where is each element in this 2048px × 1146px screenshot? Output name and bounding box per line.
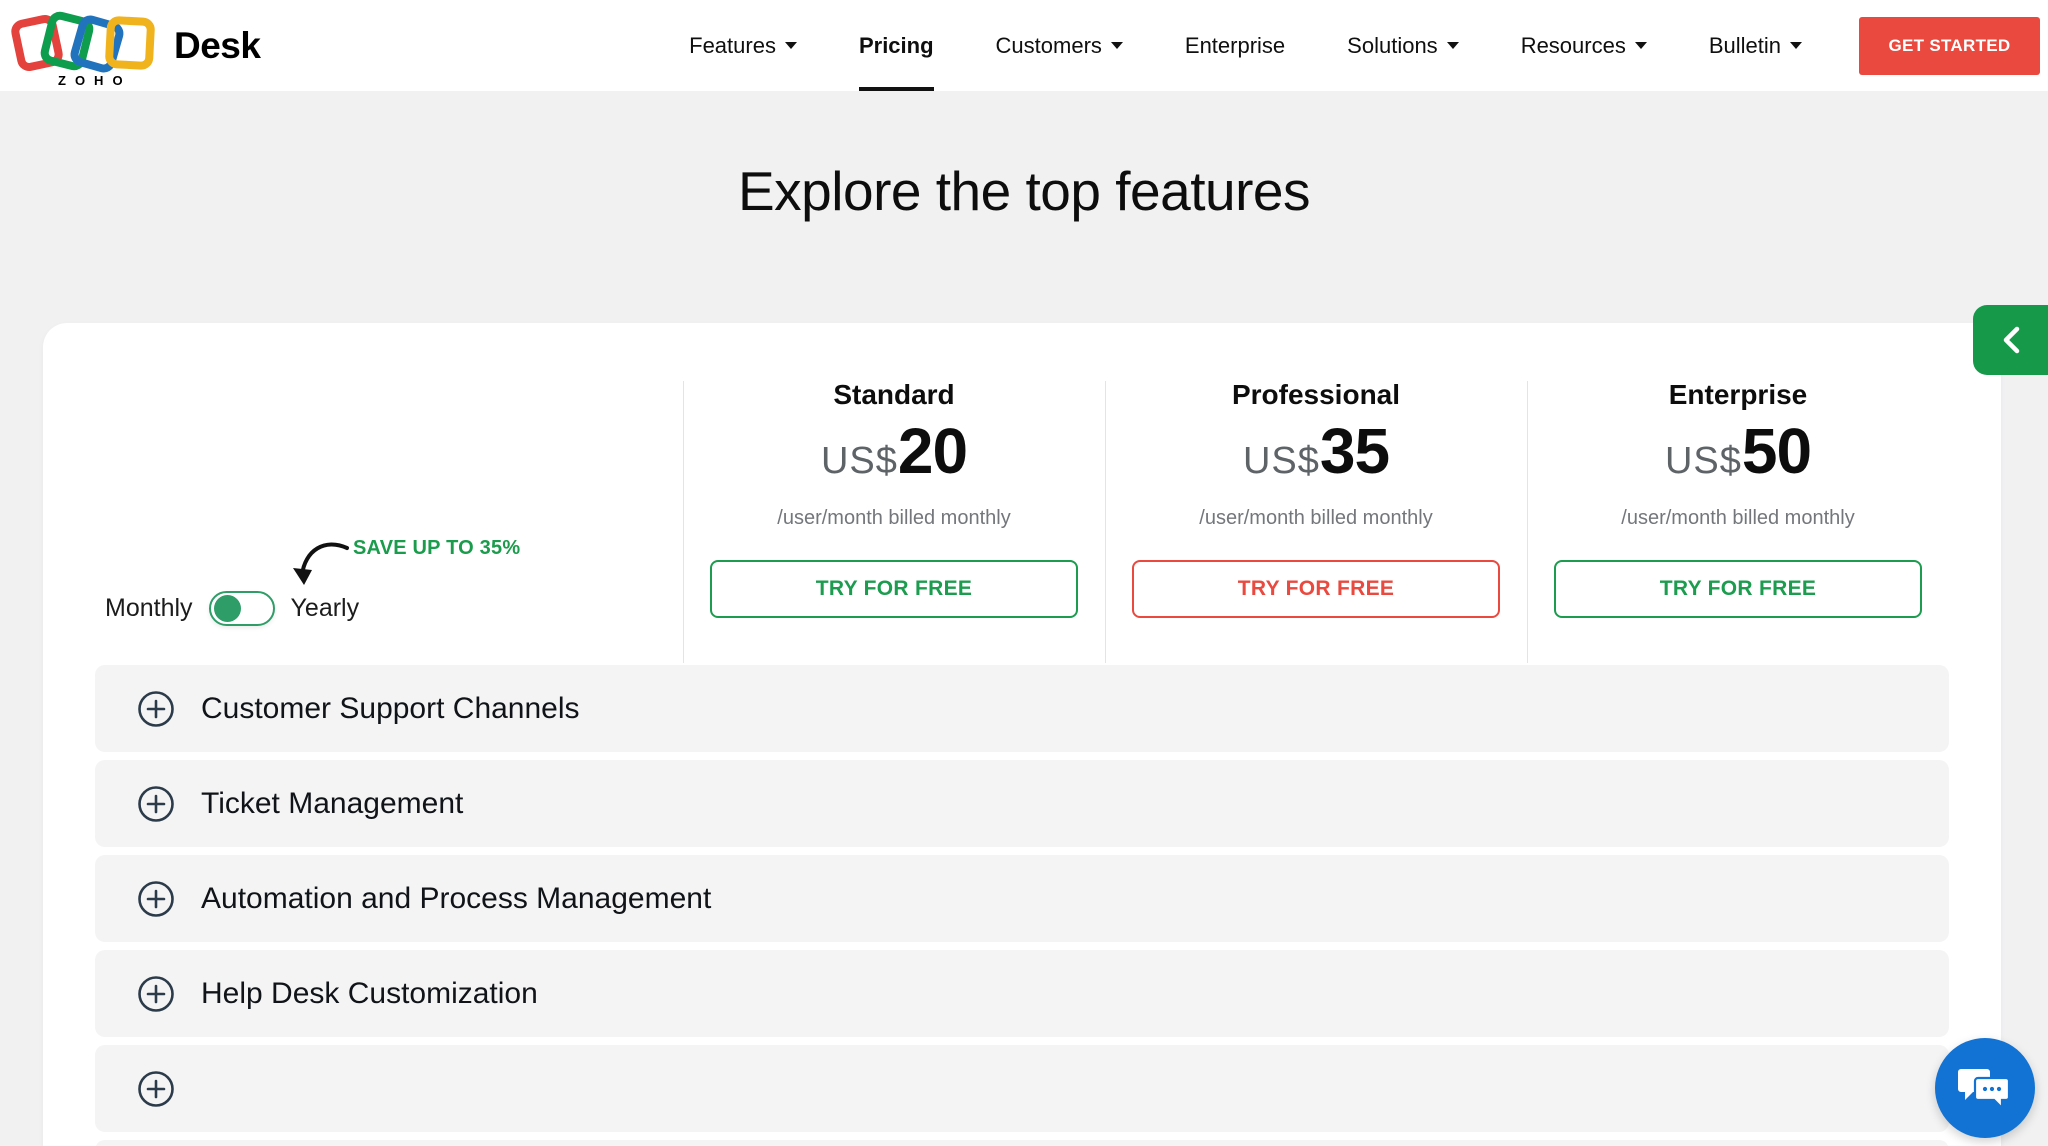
chat-bubbles-icon (1958, 1069, 2011, 1111)
pricing-table-header: SAVE UP TO 35% Monthly Yearly Standard U… (43, 323, 2001, 665)
toggle-knob (213, 595, 241, 622)
plan-column-enterprise: Enterprise US$50 /user/month billed mont… (1527, 323, 1949, 665)
caret-down-icon (1110, 42, 1123, 49)
nav-item-label: Bulletin (1708, 32, 1781, 58)
plus-circle-icon (138, 785, 174, 822)
plan-billing-period: /user/month billed monthly (1199, 507, 1433, 529)
accordion-row-help-desk-customization[interactable]: Help Desk Customization (95, 950, 1949, 1037)
billing-period-toggle-row: Monthly Yearly (105, 591, 359, 626)
feature-accordion: Customer Support Channels Ticket Managem… (43, 665, 2001, 1146)
plan-name: Standard (833, 379, 955, 410)
plan-price: US$50 (1527, 415, 1949, 505)
nav-item-solutions[interactable]: Solutions (1347, 0, 1459, 91)
monthly-label: Monthly (105, 594, 193, 622)
try-for-free-button-standard[interactable]: TRY FOR FREE (710, 560, 1078, 618)
zoho-logo-yellow-square (104, 15, 156, 70)
get-started-button[interactable]: GET STARTED (1859, 16, 2040, 75)
accordion-row-partial[interactable] (95, 1140, 1949, 1146)
page-title: Explore the top features (738, 160, 1310, 222)
accordion-label: Automation and Process Management (201, 881, 712, 915)
try-for-free-button-professional[interactable]: TRY FOR FREE (1132, 560, 1500, 618)
nav-item-enterprise[interactable]: Enterprise (1185, 0, 1285, 91)
chat-widget-button[interactable] (1935, 1038, 2035, 1138)
chevron-left-icon (2003, 326, 2019, 354)
plan-amount: 20 (897, 415, 968, 487)
plan-name: Professional (1231, 379, 1401, 410)
zoho-logo-icon: ZOHO (9, 8, 156, 88)
billing-toggle-column: SAVE UP TO 35% Monthly Yearly (43, 323, 683, 665)
caret-down-icon (1634, 42, 1647, 49)
yearly-label: Yearly (290, 594, 360, 622)
main-menu: Features Pricing Customers Enterprise So… (658, 0, 1833, 91)
plus-circle-icon (138, 690, 174, 727)
column-divider (683, 381, 684, 663)
plus-circle-icon (138, 880, 174, 917)
column-divider (1527, 381, 1528, 663)
desk-wordmark: Desk (174, 24, 261, 66)
caret-down-icon (1446, 42, 1459, 49)
top-navigation-bar: ZOHO Desk Features Pricing Customers Ent… (0, 0, 2048, 91)
zoho-wordmark: ZOHO (58, 72, 132, 88)
accordion-row-reports-dashboards[interactable] (95, 1045, 1949, 1132)
accordion-label: Ticket Management (201, 786, 464, 820)
nav-item-bulletin[interactable]: Bulletin (1709, 0, 1802, 91)
save-badge: SAVE UP TO 35% (353, 537, 521, 559)
plan-price: US$35 (1105, 415, 1527, 505)
plan-price: US$20 (683, 415, 1105, 505)
active-tab-underline (858, 87, 934, 91)
nav-item-label: Features (689, 32, 776, 58)
curved-arrow-icon (293, 542, 349, 585)
nav-item-label: Pricing (858, 32, 934, 58)
plan-column-professional: Professional US$35 /user/month billed mo… (1105, 323, 1527, 665)
accordion-row-automation-process-management[interactable]: Automation and Process Management (95, 855, 1949, 942)
accordion-label: Customer Support Channels (201, 691, 580, 725)
pricing-card: SAVE UP TO 35% Monthly Yearly Standard U… (43, 323, 2001, 1146)
plan-currency: US$ (820, 440, 898, 482)
plan-column-standard: Standard US$20 /user/month billed monthl… (683, 323, 1105, 665)
zoho-desk-logo[interactable]: ZOHO Desk (9, 8, 261, 88)
plan-amount: 35 (1319, 415, 1390, 487)
nav-item-label: Enterprise (1184, 32, 1286, 58)
save-up-to-hint: SAVE UP TO 35% (291, 535, 520, 593)
plan-currency: US$ (1242, 440, 1320, 482)
plus-circle-icon (138, 975, 174, 1012)
caret-down-icon (784, 42, 797, 49)
column-divider (1105, 381, 1106, 663)
accordion-row-ticket-management[interactable]: Ticket Management (95, 760, 1949, 847)
plan-name: Enterprise (1668, 379, 1808, 410)
nav-item-label: Customers (995, 32, 1102, 58)
caret-down-icon (1790, 42, 1802, 49)
plan-currency: US$ (1664, 440, 1742, 482)
plan-billing-period: /user/month billed monthly (1621, 507, 1855, 529)
billing-period-toggle[interactable] (208, 591, 275, 626)
accordion-row-customer-support-channels[interactable]: Customer Support Channels (95, 665, 1949, 752)
nav-item-label: Resources (1520, 32, 1626, 58)
nav-item-label: Solutions (1347, 32, 1438, 58)
plus-circle-icon (138, 1070, 174, 1107)
plan-amount: 50 (1741, 415, 1812, 487)
nav-item-pricing[interactable]: Pricing (858, 0, 934, 91)
plan-billing-period: /user/month billed monthly (777, 507, 1011, 529)
nav-item-customers[interactable]: Customers (996, 0, 1123, 91)
accordion-label: Help Desk Customization (201, 976, 538, 1010)
nav-item-features[interactable]: Features (689, 0, 797, 91)
try-for-free-button-enterprise[interactable]: TRY FOR FREE (1554, 560, 1922, 618)
collapse-panel-tab[interactable] (1973, 305, 2048, 375)
nav-item-resources[interactable]: Resources (1521, 0, 1647, 91)
